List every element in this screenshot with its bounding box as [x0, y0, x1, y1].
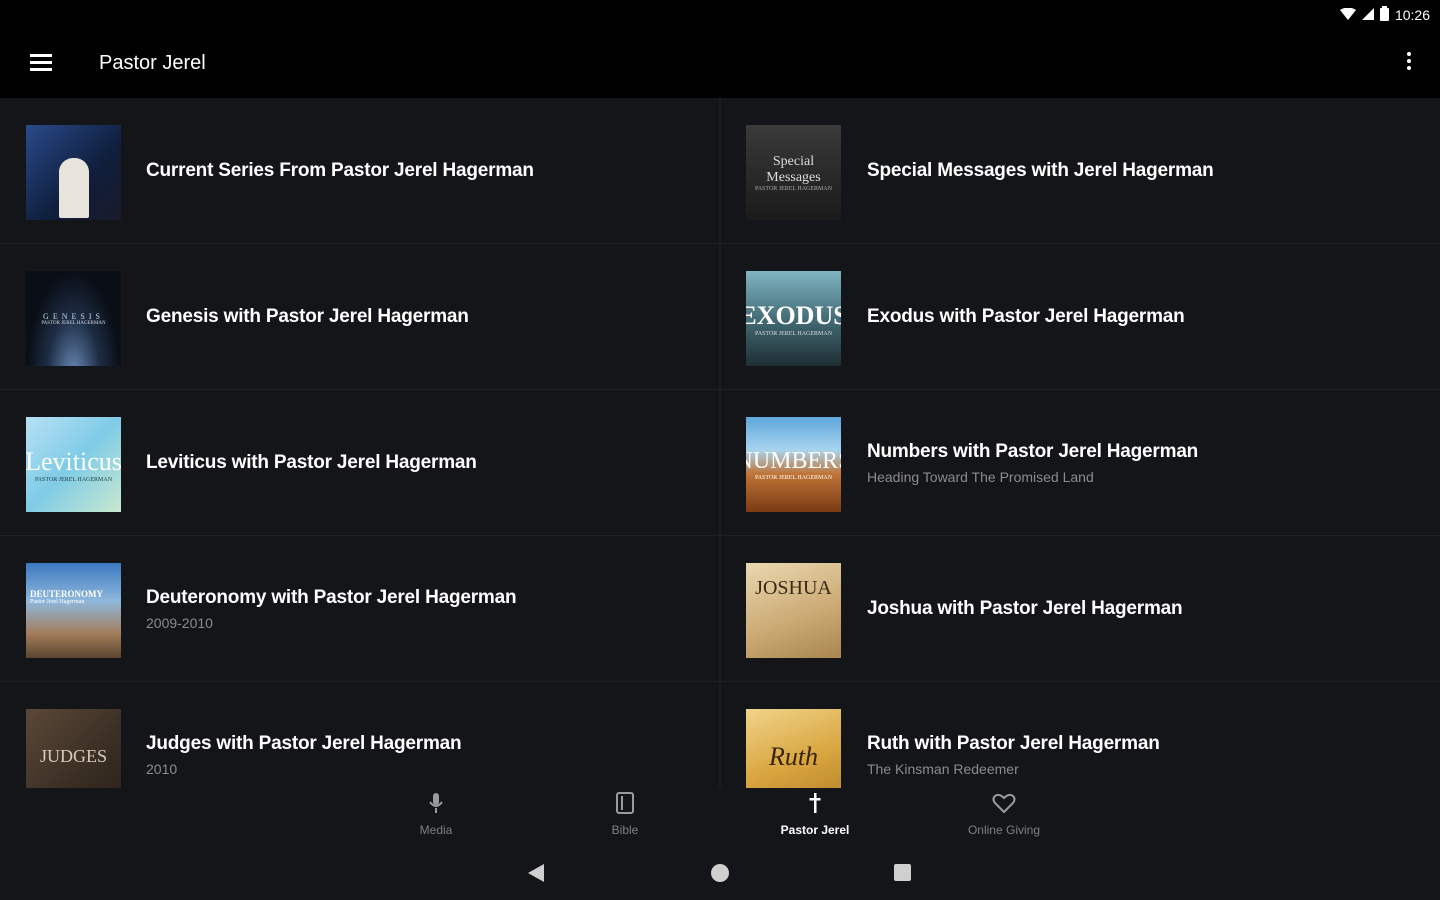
- series-thumbnail: JUDGES: [26, 709, 121, 788]
- cross-icon: [755, 792, 875, 821]
- series-item-leviticus[interactable]: Leviticus PASTOR JEREL HAGERMAN Leviticu…: [0, 390, 721, 536]
- more-vertical-icon[interactable]: [1406, 52, 1412, 74]
- status-time: 10:26: [1394, 7, 1430, 23]
- series-thumbnail: [26, 125, 121, 220]
- signal-icon: [1361, 7, 1374, 23]
- wifi-icon: [1339, 7, 1356, 23]
- battery-icon: [1379, 6, 1389, 24]
- hamburger-menu-icon[interactable]: [30, 54, 52, 72]
- nav-tab-pastor-jerel[interactable]: Pastor Jerel: [755, 788, 875, 846]
- recents-icon[interactable]: [894, 864, 911, 881]
- series-thumbnail: NUMBERS PASTOR JEREL HAGERMAN: [746, 417, 841, 512]
- system-navigation: [0, 846, 1440, 900]
- series-item-ruth[interactable]: Ruth Ruth with Pastor Jerel Hagerman The…: [721, 682, 1440, 788]
- series-thumbnail: DEUTERONOMY Pastor Jerel Hagerman: [26, 563, 121, 658]
- series-title: Ruth with Pastor Jerel Hagerman: [867, 733, 1160, 754]
- back-icon[interactable]: [528, 864, 544, 882]
- status-bar: 10:26: [0, 0, 1440, 30]
- series-subtitle: 2009-2010: [146, 615, 213, 631]
- home-icon[interactable]: [711, 864, 729, 882]
- nav-tab-media[interactable]: Media: [376, 788, 496, 846]
- series-thumbnail: EXODUS PASTOR JEREL HAGERMAN: [746, 271, 841, 366]
- series-item-current[interactable]: Current Series From Pastor Jerel Hagerma…: [0, 98, 721, 244]
- series-subtitle: The Kinsman Redeemer: [867, 761, 1019, 777]
- series-title: Leviticus with Pastor Jerel Hagerman: [146, 452, 477, 473]
- page-title: Pastor Jerel: [99, 52, 206, 74]
- microphone-icon: [376, 792, 496, 821]
- series-item-judges[interactable]: JUDGES Judges with Pastor Jerel Hagerman…: [0, 682, 721, 788]
- series-title: Exodus with Pastor Jerel Hagerman: [867, 306, 1185, 327]
- nav-tab-online-giving[interactable]: Online Giving: [944, 788, 1064, 846]
- series-title: Special Messages with Jerel Hagerman: [867, 160, 1214, 181]
- series-title: Joshua with Pastor Jerel Hagerman: [867, 598, 1183, 619]
- bottom-navigation: Media Bible Pastor Jerel Online Giving: [0, 788, 1440, 846]
- series-thumbnail: GENESIS PASTOR JEREL HAGERMAN: [26, 271, 121, 366]
- series-item-special-messages[interactable]: Special Messages PASTOR JEREL HAGERMAN S…: [721, 98, 1440, 244]
- series-item-deuteronomy[interactable]: DEUTERONOMY Pastor Jerel Hagerman Deuter…: [0, 536, 721, 682]
- series-item-joshua[interactable]: JOSHUA Joshua with Pastor Jerel Hagerman: [721, 536, 1440, 682]
- series-title: Judges with Pastor Jerel Hagerman: [146, 733, 462, 754]
- series-item-exodus[interactable]: EXODUS PASTOR JEREL HAGERMAN Exodus with…: [721, 244, 1440, 390]
- series-title: Numbers with Pastor Jerel Hagerman: [867, 441, 1199, 462]
- series-thumbnail: Ruth: [746, 709, 841, 788]
- series-thumbnail: Leviticus PASTOR JEREL HAGERMAN: [26, 417, 121, 512]
- heart-icon: [944, 792, 1064, 821]
- book-icon: [565, 792, 685, 821]
- series-thumbnail: Special Messages PASTOR JEREL HAGERMAN: [746, 125, 841, 220]
- series-list: Current Series From Pastor Jerel Hagerma…: [0, 98, 1440, 788]
- series-subtitle: 2010: [146, 761, 178, 777]
- app-bar: Pastor Jerel: [0, 30, 1440, 98]
- series-item-numbers[interactable]: NUMBERS PASTOR JEREL HAGERMAN Numbers wi…: [721, 390, 1440, 536]
- series-thumbnail: JOSHUA: [746, 563, 841, 658]
- series-title: Deuteronomy with Pastor Jerel Hagerman: [146, 587, 517, 608]
- nav-tab-bible[interactable]: Bible: [565, 788, 685, 846]
- series-title: Genesis with Pastor Jerel Hagerman: [146, 306, 469, 327]
- series-item-genesis[interactable]: GENESIS PASTOR JEREL HAGERMAN Genesis wi…: [0, 244, 721, 390]
- series-title: Current Series From Pastor Jerel Hagerma…: [146, 160, 534, 181]
- series-subtitle: Heading Toward The Promised Land: [867, 469, 1094, 485]
